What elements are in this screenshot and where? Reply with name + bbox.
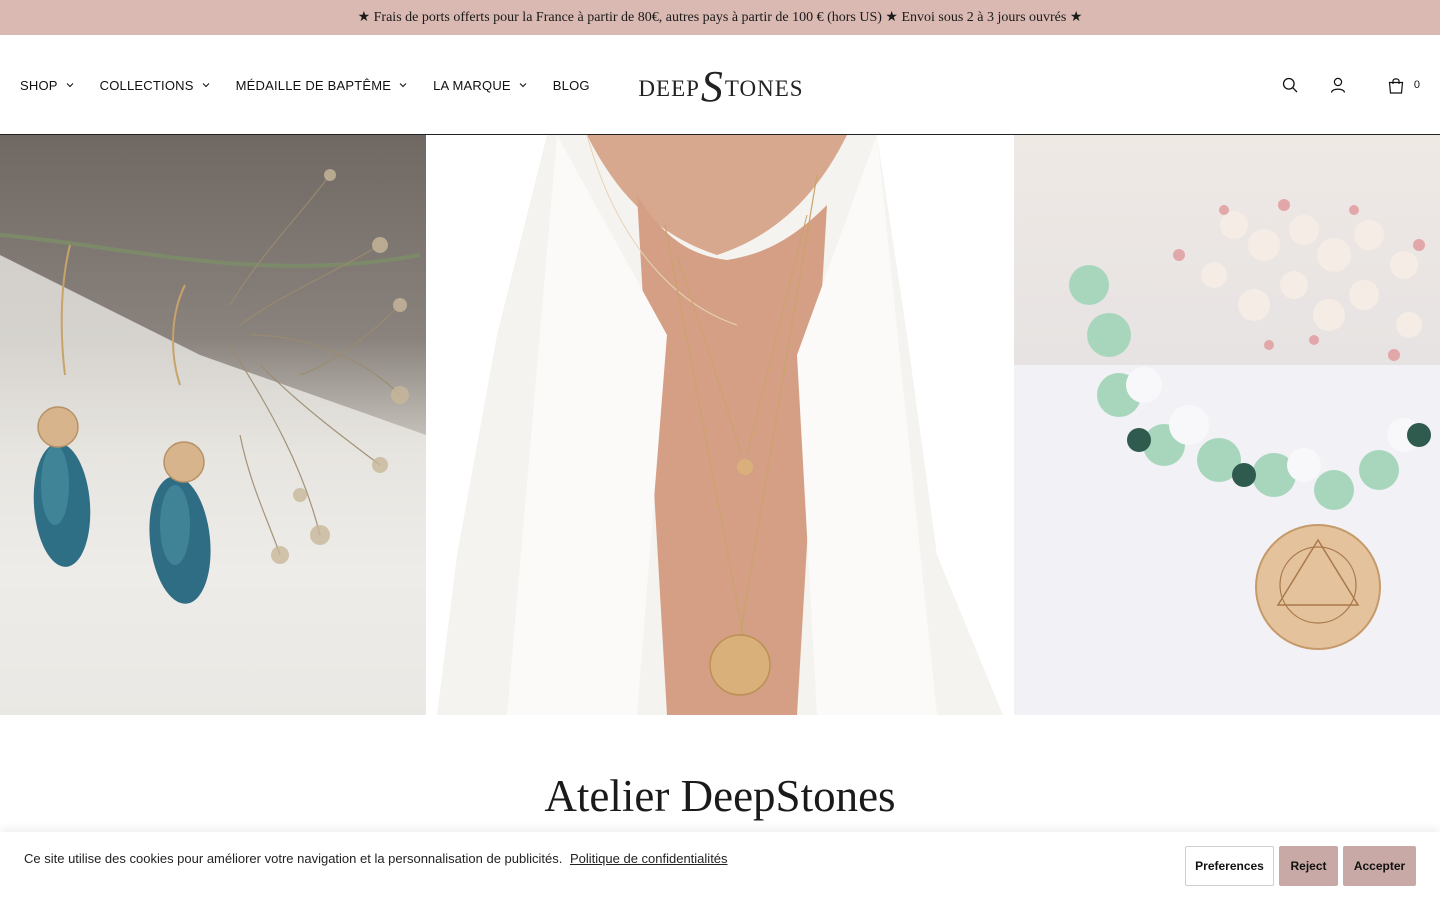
cookie-text: Ce site utilise des cookies pour amélior… (24, 851, 563, 866)
hero-image-earrings[interactable] (0, 135, 426, 715)
cookie-banner: Ce site utilise des cookies pour amélior… (0, 832, 1440, 900)
section-title: Atelier DeepStones (544, 771, 896, 821)
logo-part-deep: DEEP (638, 76, 700, 101)
hero-image-bracelet[interactable] (1014, 135, 1440, 715)
bracelet-illustration (1014, 199, 1440, 715)
logo-letter-s: S (700, 62, 724, 111)
chevron-down-icon (519, 82, 527, 88)
chevron-down-icon (399, 82, 407, 88)
site-logo[interactable]: DEEP S TONES (638, 62, 804, 111)
preferences-button[interactable]: Preferences (1185, 846, 1274, 886)
privacy-policy-link[interactable]: Politique de confidentialités (570, 851, 728, 866)
search-icon[interactable] (1278, 73, 1302, 97)
main-nav: SHOP COLLECTIONS MÉDAILLE DE BAPTÊME LA … (20, 35, 616, 135)
necklaces-illustration (437, 135, 1003, 715)
cookie-message: Ce site utilise des cookies pour amélior… (24, 851, 728, 866)
nav-item-label: BLOG (552, 77, 590, 93)
nav-item-medaille[interactable]: MÉDAILLE DE BAPTÊME (236, 70, 408, 100)
chevron-down-icon (202, 82, 210, 88)
nav-item-shop[interactable]: SHOP (20, 70, 74, 100)
hero-gallery (0, 135, 1440, 715)
nav-item-la-marque[interactable]: LA MARQUE (433, 70, 527, 100)
nav-item-label: SHOP (20, 77, 58, 93)
logo-text: DEEP S TONES (638, 62, 804, 111)
announcement-bar: ★ Frais de ports offerts pour la France … (0, 0, 1440, 35)
nav-item-blog[interactable]: BLOG (553, 70, 590, 100)
accept-button[interactable]: Accepter (1343, 846, 1416, 886)
cart-count: 0 (1413, 79, 1420, 91)
shopping-bag-icon (1384, 73, 1408, 97)
announcement-text: ★ Frais de ports offerts pour la France … (357, 10, 1083, 25)
header-icons: 0 (1278, 35, 1420, 135)
site-header: SHOP COLLECTIONS MÉDAILLE DE BAPTÊME LA … (0, 35, 1440, 135)
hero-image-necklaces[interactable] (437, 135, 1003, 715)
user-icon[interactable] (1326, 73, 1350, 97)
nav-item-label: MÉDAILLE DE BAPTÊME (235, 77, 392, 93)
chevron-down-icon (66, 82, 74, 88)
cart-button[interactable]: 0 (1384, 73, 1420, 97)
nav-item-label: LA MARQUE (433, 77, 511, 93)
nav-item-label: COLLECTIONS (99, 77, 194, 93)
reject-button[interactable]: Reject (1279, 846, 1338, 886)
earrings-illustration (0, 169, 426, 715)
nav-item-collections[interactable]: COLLECTIONS (100, 70, 210, 100)
logo-part-tones: TONES (724, 76, 804, 101)
